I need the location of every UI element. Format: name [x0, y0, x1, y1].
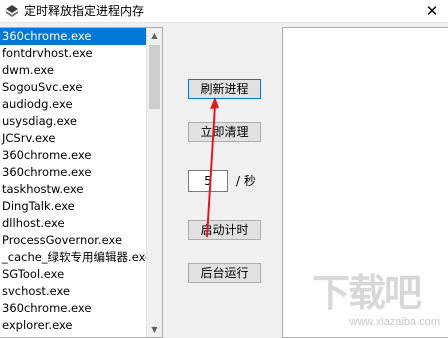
- list-item[interactable]: explorer.exe: [0, 317, 148, 334]
- list-item[interactable]: _cache_绿软专用编辑器.exe: [0, 249, 148, 266]
- scroll-down-icon[interactable]: ▼: [147, 322, 162, 337]
- window-title: 定时释放指定进程内存: [24, 4, 145, 18]
- process-list[interactable]: 360chrome.exe fontdrvhost.exe dwm.exe Sogou…: [0, 27, 163, 338]
- close-icon: ✕: [425, 2, 439, 20]
- list-item[interactable]: fontdrvhost.exe: [0, 45, 148, 62]
- watermark: 下载吧 www.xiazaiba.com: [312, 272, 448, 332]
- clear-now-button[interactable]: 立即清理: [188, 122, 261, 142]
- run-background-button[interactable]: 后台运行: [188, 263, 261, 283]
- list-item[interactable]: dllhost.exe: [0, 215, 148, 232]
- scroll-up-icon[interactable]: ▲: [147, 28, 162, 43]
- app-icon: [6, 5, 18, 17]
- red-arrow-annotation: [206, 97, 219, 238]
- list-item[interactable]: SGTool.exe: [0, 266, 148, 283]
- scroll-thumb[interactable]: [149, 45, 160, 109]
- list-item[interactable]: 360chrome.exe: [0, 147, 148, 164]
- interval-input[interactable]: 5: [188, 170, 228, 192]
- process-list-items: 360chrome.exe fontdrvhost.exe dwm.exe Sogou…: [0, 28, 148, 334]
- list-item[interactable]: usysdiag.exe: [0, 113, 148, 130]
- list-item[interactable]: ProcessGovernor.exe: [0, 232, 148, 249]
- watermark-text: 下载吧: [312, 270, 422, 315]
- list-item[interactable]: 360chrome.exe: [0, 28, 148, 45]
- list-item[interactable]: audiodg.exe: [0, 96, 148, 113]
- list-item[interactable]: taskhostw.exe: [0, 181, 148, 198]
- list-item[interactable]: JCSrv.exe: [0, 130, 148, 147]
- process-list-scrollbar[interactable]: ▲ ▼: [146, 28, 162, 337]
- list-item[interactable]: 360chrome.exe: [0, 164, 148, 181]
- list-item[interactable]: DingTalk.exe: [0, 198, 148, 215]
- refresh-processes-button[interactable]: 刷新进程: [188, 79, 261, 99]
- list-item[interactable]: SogouSvc.exe: [0, 79, 148, 96]
- list-item[interactable]: dwm.exe: [0, 62, 148, 79]
- watermark-url: www.xiazaiba.com: [349, 316, 440, 328]
- interval-unit-label: / 秒: [236, 174, 256, 188]
- start-timer-button[interactable]: 启动计时: [188, 220, 261, 240]
- title-bar: 定时释放指定进程内存 ✕: [0, 0, 448, 23]
- list-item[interactable]: svchost.exe: [0, 283, 148, 300]
- list-item[interactable]: 360chrome.exe: [0, 300, 148, 317]
- close-button[interactable]: ✕: [416, 0, 448, 22]
